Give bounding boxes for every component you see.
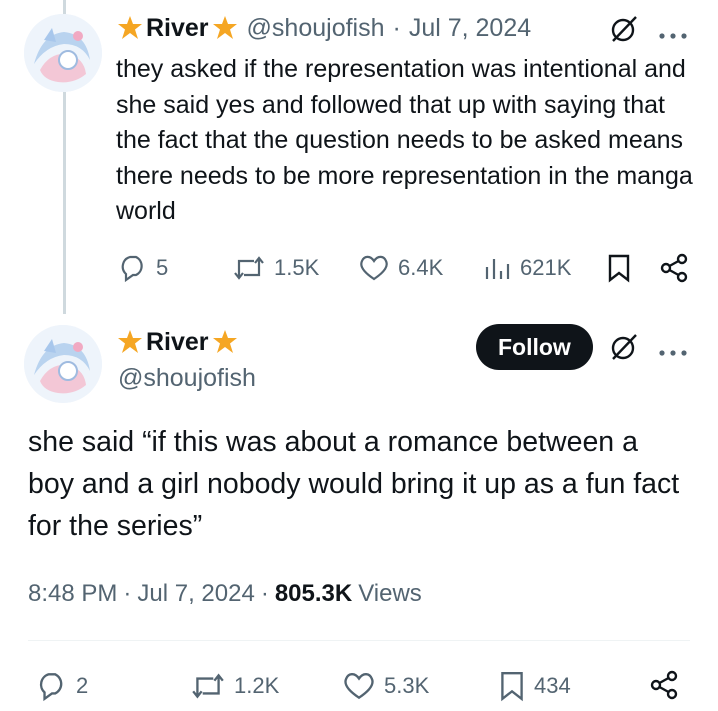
avatar[interactable] [24, 14, 102, 92]
share-icon[interactable] [658, 252, 690, 289]
divider [28, 640, 690, 641]
display-name[interactable]: River [116, 326, 239, 358]
bookmark-count: 434 [534, 673, 571, 698]
star-badge-icon [212, 330, 237, 353]
retweet-count: 1.2K [234, 673, 280, 698]
retweet-icon [192, 673, 224, 699]
tweet-date[interactable]: Jul 7, 2024 [137, 580, 254, 608]
retweet-button[interactable]: 1.2K [190, 670, 279, 702]
like-icon [360, 255, 388, 281]
bookmark-icon[interactable] [606, 253, 632, 288]
tweet-time[interactable]: 8:48 PM [28, 580, 117, 608]
like-count: 5.3K [384, 673, 430, 698]
avatar[interactable] [24, 325, 102, 403]
reply-count: 2 [76, 673, 89, 698]
views-icon [485, 259, 510, 279]
tweet-date[interactable]: Jul 7, 2024 [409, 14, 531, 43]
bookmark-icon [501, 672, 523, 702]
grok-icon[interactable] [609, 14, 639, 49]
retweet-count: 1.5K [274, 255, 320, 280]
reply-icon [39, 673, 63, 702]
bookmark-button[interactable]: 434 [498, 670, 571, 702]
share-icon[interactable] [648, 669, 680, 706]
display-name[interactable]: River [116, 14, 239, 43]
reply-button[interactable]: 2 [36, 670, 88, 702]
views-count: 621K [520, 255, 572, 280]
more-icon[interactable] [658, 27, 688, 45]
star-badge-icon [118, 330, 142, 353]
reply-tweet-text: they asked if the representation was int… [116, 55, 693, 225]
views-count: 805.3K [274, 580, 353, 607]
views-label: Views [358, 580, 422, 607]
grok-icon[interactable] [609, 332, 639, 367]
views-button[interactable]: 621K [482, 253, 571, 283]
reply-button[interactable]: 5 [118, 253, 168, 283]
retweet-icon [234, 256, 264, 280]
star-badge-icon [212, 16, 237, 39]
like-button[interactable]: 6.4K [358, 253, 443, 283]
tweet-meta: 8:48 PM · Jul 7, 2024 · 805.3K Views [28, 580, 422, 608]
more-icon[interactable] [658, 344, 688, 362]
handle[interactable]: @shoujofish [118, 364, 256, 393]
main-tweet-text: she said “if this was about a romance be… [28, 426, 680, 542]
reply-count: 5 [156, 255, 169, 280]
handle[interactable]: @shoujofish [247, 14, 385, 43]
follow-button[interactable]: Follow [476, 324, 593, 370]
retweet-button[interactable]: 1.5K [232, 253, 319, 283]
reply-header: River @shoujofish · Jul 7, 2024 [116, 12, 531, 44]
like-count: 6.4K [398, 255, 444, 280]
like-icon [344, 673, 374, 700]
separator-dot: · [392, 13, 401, 42]
star-badge-icon [118, 16, 142, 39]
like-button[interactable]: 5.3K [342, 670, 429, 702]
reply-icon [121, 255, 143, 283]
thread-line [63, 92, 66, 314]
